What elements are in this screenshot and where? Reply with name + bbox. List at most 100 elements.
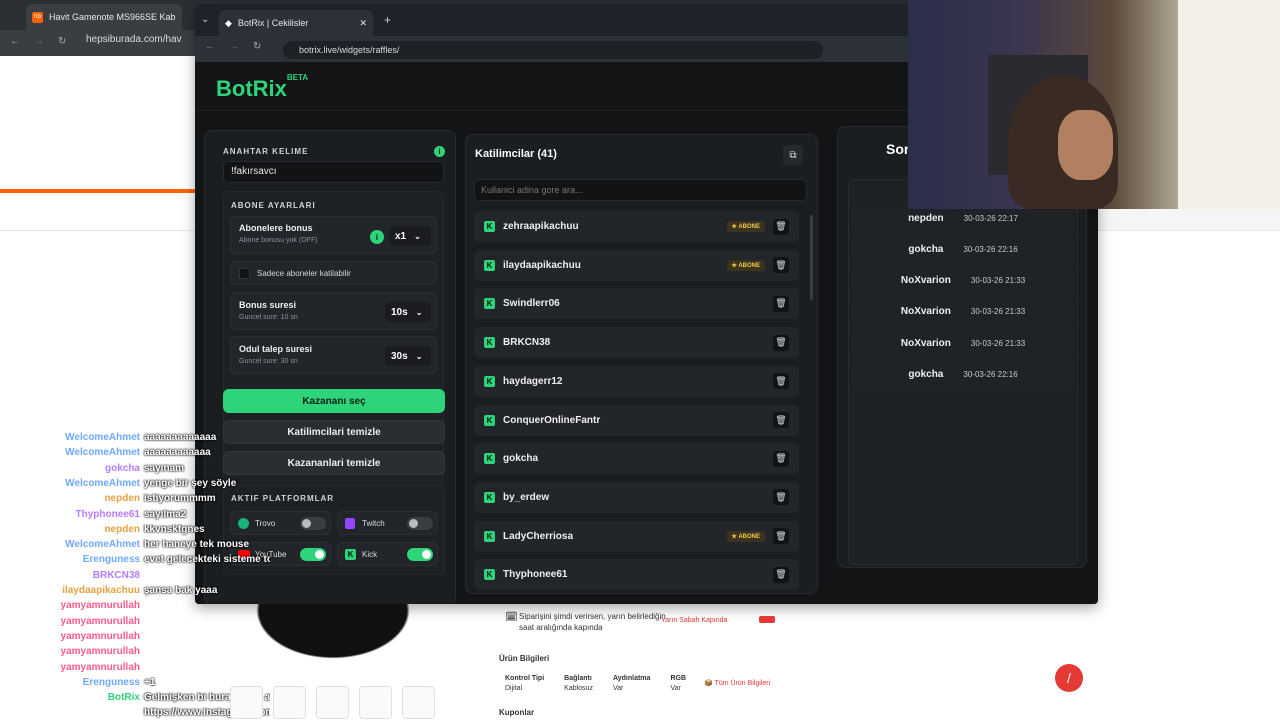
background-tab-title: Havit Gamenote MS966SE Kab	[49, 12, 176, 22]
close-icon[interactable]: ✕	[359, 18, 367, 29]
participant-name: zehraapikachuu	[503, 221, 719, 232]
chat-message: WelcomeAhmetaaaaaaaaaaaa	[30, 447, 270, 461]
forward-icon[interactable]: →	[229, 41, 239, 52]
platform-twitch: Twitch	[337, 511, 438, 535]
thumbnail[interactable]	[316, 686, 349, 719]
winner-row: gokcha30-03-26 22:16	[852, 235, 1074, 263]
kick-icon: K	[484, 221, 495, 232]
forward-icon[interactable]: →	[34, 36, 44, 47]
address-input[interactable]: botrix.live/widgets/raffles/	[283, 41, 823, 59]
scrollbar[interactable]	[810, 215, 813, 300]
info-icon[interactable]: i	[434, 146, 445, 157]
chat-message: WelcomeAhmether haneye tek mouse	[30, 539, 270, 553]
claim-time-select[interactable]: 30s⌄	[385, 346, 431, 366]
chat-text: aaaaaaaaaaaa	[144, 447, 211, 461]
subscriber-badge: ★ ABONE	[727, 531, 766, 542]
keyword-input[interactable]: !fakırsavcı	[223, 161, 444, 183]
chat-username: yamyamnurullah	[30, 662, 140, 676]
thumbnail[interactable]	[359, 686, 392, 719]
participant-name: haydagerr12	[503, 376, 765, 387]
spec-item: RGBVar	[664, 670, 692, 700]
trash-icon[interactable]: 🗑	[773, 296, 789, 312]
youtube-toggle[interactable]	[300, 548, 326, 561]
product-info: 🗓 Siparişini şimdi verirsen, yarın belir…	[499, 606, 799, 720]
claim-time-title: Odul talep suresi	[239, 344, 312, 354]
participant-name: BRKCN38	[503, 337, 765, 348]
participant-row: Kby_erdew🗑	[474, 482, 799, 513]
subs-only-checkbox[interactable]	[239, 268, 250, 279]
twitch-toggle[interactable]	[407, 517, 433, 530]
winner-time: 30-03-26 22:16	[963, 245, 1017, 254]
chat-username: BRKCN38	[30, 570, 140, 584]
chat-text: şansa bak yaaa	[144, 585, 217, 599]
claim-time-row: Odul talep suresi Guncel sure: 30 sn 30s…	[230, 336, 437, 374]
back-icon[interactable]: ←	[10, 36, 20, 47]
toggle-knob	[302, 519, 311, 528]
trovo-toggle[interactable]	[300, 517, 326, 530]
coupons-title: Kuponlar	[499, 708, 534, 717]
bonus-time-select[interactable]: 10s⌄	[385, 302, 431, 322]
trash-icon[interactable]: 🗑	[773, 412, 789, 428]
winner-time: 30-03-26 21:33	[971, 276, 1025, 285]
reload-icon[interactable]: ↻	[58, 36, 66, 47]
subscriber-badge: ★ ABONE	[727, 260, 766, 271]
kick-icon: K	[484, 531, 495, 542]
participant-name: Thyphonee61	[503, 569, 765, 580]
new-tab-icon[interactable]: +	[384, 13, 391, 27]
participants-search-input[interactable]: Kullanici adina gore ara...	[474, 179, 807, 201]
bonus-time-row: Bonus suresi Guncel sure: 10 sn 10s⌄	[230, 292, 437, 330]
chat-text: evet gelecekteki sisteme toplayacak	[144, 554, 270, 568]
chat-message: nepdenistiyorummmm	[30, 493, 270, 507]
trash-icon[interactable]: 🗑	[773, 489, 789, 505]
botrix-logo[interactable]: BotRixBETA	[216, 76, 308, 102]
chevron-down-icon[interactable]: ⌄	[201, 14, 209, 25]
chat-text: sayılma2	[144, 509, 186, 523]
back-icon[interactable]: ←	[205, 41, 215, 52]
twitch-icon	[345, 518, 355, 529]
trash-icon[interactable]: 🗑	[773, 257, 789, 273]
all-info-link[interactable]: 📦 Tüm Ürün Bilgileri	[700, 670, 774, 700]
winner-time: 30-03-26 22:17	[964, 214, 1018, 223]
background-url[interactable]: hepsiburada.com/hav	[86, 34, 182, 45]
trash-icon[interactable]: 🗑	[773, 451, 789, 467]
chat-message: WelcomeAhmetyenge bir şey söyle	[30, 478, 270, 492]
info-icon[interactable]: i	[370, 230, 384, 244]
copy-icon[interactable]: ⧉	[783, 145, 803, 165]
kick-toggle[interactable]	[407, 548, 433, 561]
trash-icon[interactable]: 🗑	[773, 567, 789, 583]
chat-message: yamyamnurullah	[30, 662, 270, 676]
sub-bonus-desc: Abone bonusu yok (OFF)	[239, 237, 318, 244]
chat-username: gokcha	[30, 463, 140, 477]
thumbnail[interactable]	[402, 686, 435, 719]
product-thumbnails	[230, 686, 440, 720]
thumbnail[interactable]	[230, 686, 263, 719]
subs-only-row: Sadece aboneler katilabilir	[230, 261, 437, 285]
chat-message: ilaydaapikachuu şansa bak yaaa	[30, 585, 270, 599]
toggle-knob	[315, 550, 324, 559]
delivery-logo	[759, 616, 775, 623]
platform-name: Kick	[362, 550, 377, 559]
trash-icon[interactable]: 🗑	[773, 335, 789, 351]
chat-text: aaaaaaaaaaaaa	[144, 432, 216, 446]
botrix-tab[interactable]: ◆ BotRix | Cekilisler ✕	[219, 10, 373, 36]
sub-bonus-select[interactable]: x1⌄	[389, 226, 431, 246]
spec-item: BağlantıKablosuz	[558, 670, 599, 700]
trash-icon[interactable]: 🗑	[773, 373, 789, 389]
chat-username: Erenguness	[30, 677, 140, 691]
trash-icon[interactable]: 🗑	[773, 528, 789, 544]
chevron-down-icon: ⌄	[416, 308, 423, 317]
background-tab[interactable]: hb Havit Gamenote MS966SE Kab ✕	[26, 4, 182, 30]
participant-row: KSwindlerr06🗑	[474, 288, 799, 319]
participant-row: Kzehraapikachuu★ ABONE🗑	[474, 211, 799, 242]
winner-row: NoXvarion30-03-26 21:33	[852, 298, 1074, 326]
chat-text: sayınam	[144, 463, 184, 477]
chat-username: yamyamnurullah	[30, 646, 140, 660]
pick-winner-button[interactable]: Kazananı seç	[223, 389, 445, 413]
chat-username: ilaydaapikachuu	[30, 585, 140, 599]
chat-message: gokcha sayınam	[30, 463, 270, 477]
chat-username: yamyamnurullah	[30, 600, 140, 614]
chat-message: nepdenkkvnskfgnes	[30, 524, 270, 538]
trash-icon[interactable]: 🗑	[773, 219, 789, 235]
thumbnail[interactable]	[273, 686, 306, 719]
reload-icon[interactable]: ↻	[253, 41, 261, 52]
